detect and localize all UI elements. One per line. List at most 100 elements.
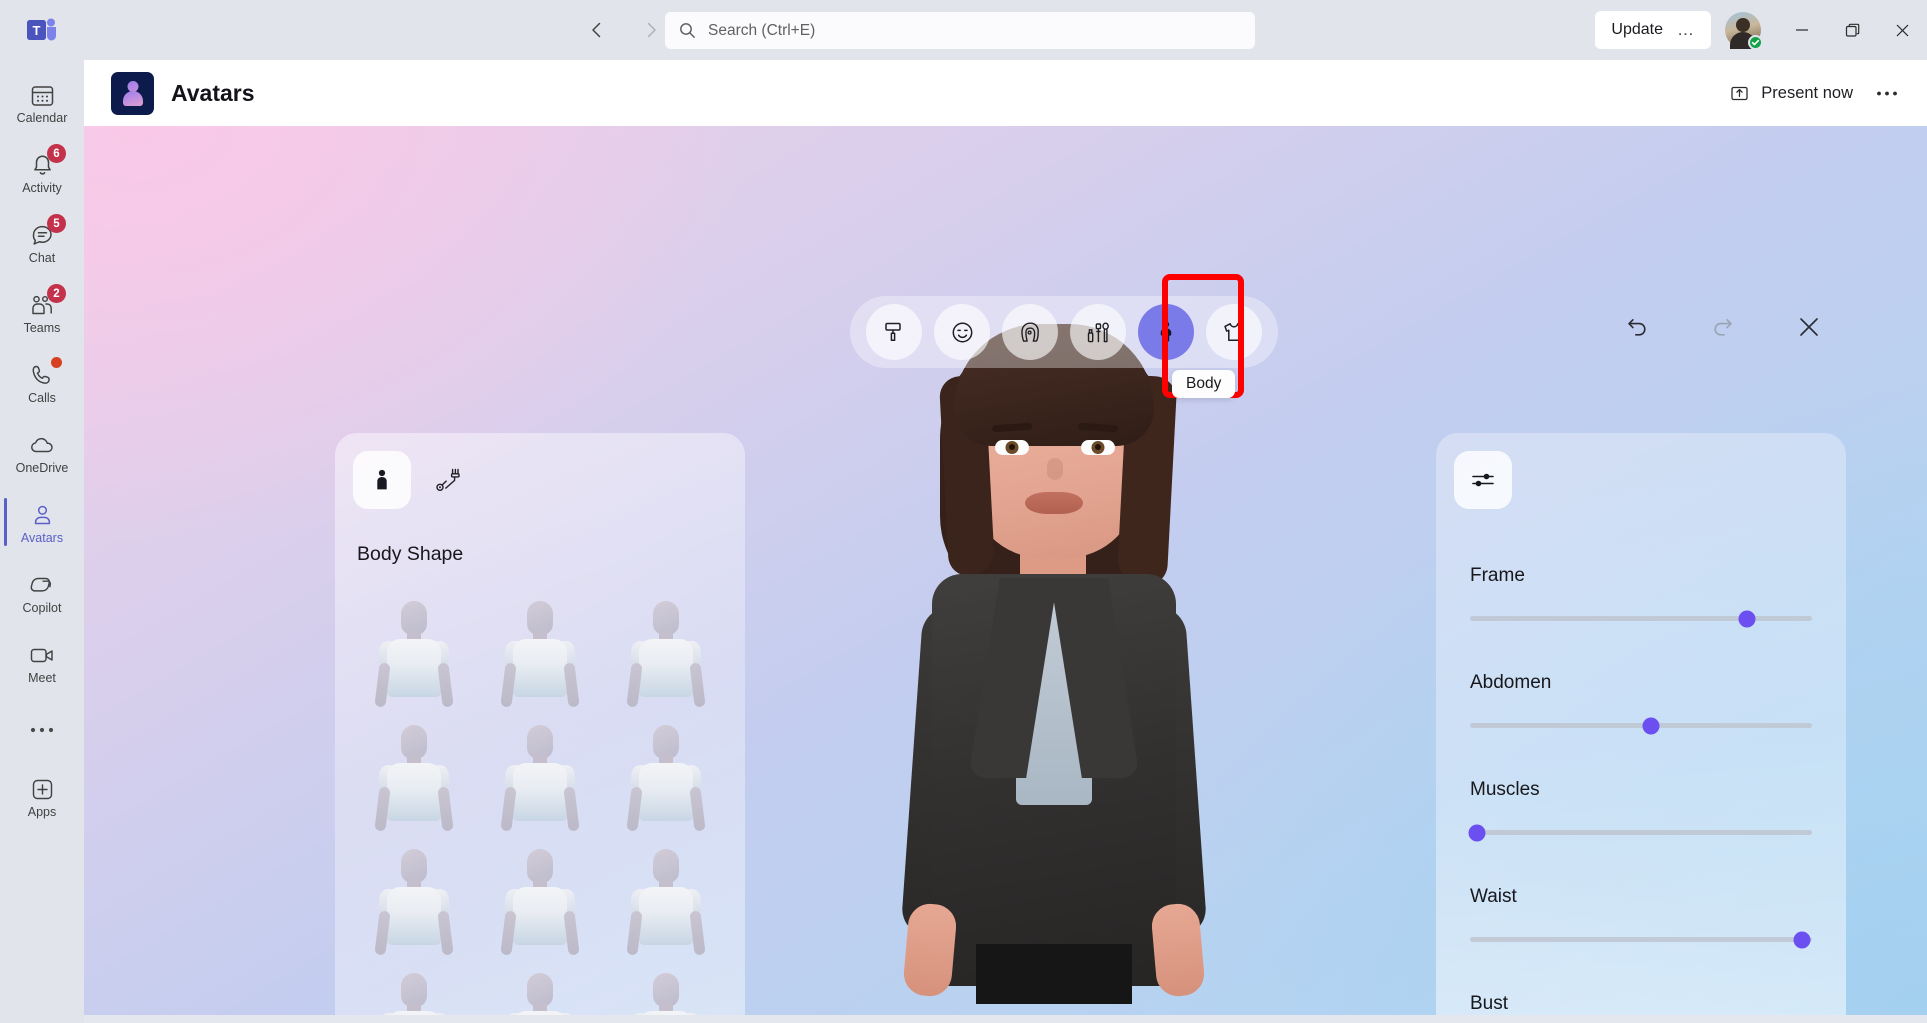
video-camera-icon [27,641,57,669]
sidebar-item-label: Avatars [20,531,64,546]
slider-knob[interactable] [1738,610,1756,627]
avatar-skirt [976,944,1132,1004]
close-editor-icon[interactable] [1791,309,1827,345]
search-placeholder: Search (Ctrl+E) [708,21,816,39]
sidebar-item-copilot[interactable]: Copilot [0,558,84,628]
slider-track[interactable] [1470,717,1812,734]
avatar-eye-right [1081,440,1115,455]
sidebar-item-label: Meet [28,671,56,686]
body-shape-option[interactable] [603,957,729,1015]
body-shape-option[interactable] [351,833,477,957]
slider-list: Frame Abdomen Muscles Waist Bust [1468,565,1812,1015]
category-tab-face[interactable] [934,304,990,360]
sidebar-more-button[interactable] [0,698,84,762]
back-button[interactable] [580,13,614,47]
body-shape-option[interactable] [603,709,729,833]
avatar-pupil-left [1009,444,1015,450]
panel-tab-sliders[interactable] [1454,451,1512,509]
body-shape-option[interactable] [477,585,603,709]
sidebar-item-label: OneDrive [15,461,69,476]
minimize-icon[interactable] [1777,0,1827,60]
body-shape-option[interactable] [351,709,477,833]
slider-track[interactable] [1468,824,1812,841]
sidebar-item-activity[interactable]: 6 Activity [0,138,84,208]
body-shape-option[interactable] [603,585,729,709]
navigation-arrows [580,0,668,60]
category-tab-makeup[interactable] [1070,304,1126,360]
sidebar-item-label: Activity [22,181,62,196]
body-shape-option[interactable] [351,585,477,709]
copilot-icon [27,571,57,599]
search-input[interactable]: Search (Ctrl+E) [665,12,1255,49]
body-shape-panel: Body Shape [335,433,745,1015]
avatar-preview[interactable] [844,306,1264,1006]
chat-icon: 5 [27,214,66,249]
close-icon[interactable] [1877,0,1927,60]
body-shape-option[interactable] [351,957,477,1015]
undo-icon[interactable] [1619,309,1655,345]
ellipsis-icon[interactable]: … [1677,20,1695,40]
sidebar-item-meet[interactable]: Meet [0,628,84,698]
slider-track[interactable] [1470,931,1812,948]
avatar-editor-canvas: Body Body Shape Frame Abdomen Muscles Wa… [84,126,1927,1015]
sidebar-item-label: Apps [27,805,57,820]
body-shape-option[interactable] [477,709,603,833]
avatar-head [1736,18,1750,32]
present-now-label: Present now [1761,83,1853,102]
sidebar-item-teams[interactable]: 2 Teams [0,278,84,348]
body-shape-option[interactable] [603,833,729,957]
update-button[interactable]: Update … [1595,11,1711,49]
panel-tab-prosthetics[interactable] [419,451,477,509]
category-tab-hair[interactable] [1002,304,1058,360]
forward-button[interactable] [634,13,668,47]
mannequin-thumbnail [501,973,579,1015]
slider-muscles: Muscles [1468,779,1812,841]
body-sliders-panel: Frame Abdomen Muscles Waist Bust [1436,433,1846,1015]
slider-knob[interactable] [1642,717,1660,734]
sidebar-item-calls[interactable]: Calls [0,348,84,418]
mannequin-thumbnail [500,725,580,833]
avatar[interactable] [1725,12,1763,50]
category-tab-style[interactable] [866,304,922,360]
mannequin-thumbnail [626,849,706,957]
maximize-icon[interactable] [1827,0,1877,60]
category-tab-clothing[interactable] [1206,304,1262,360]
badge-count: 6 [47,144,66,164]
body-shape-title: Body Shape [357,543,464,565]
avatar-nose [1047,458,1063,480]
sidebar-item-avatars[interactable]: Avatars [0,488,84,558]
svg-text:T: T [33,23,41,38]
cloud-icon [27,431,57,459]
panel-tab-body-shape[interactable] [353,451,411,509]
sidebar-item-label: Teams [23,321,61,336]
present-now-button[interactable]: Present now [1720,77,1863,110]
body-shape-option[interactable] [477,833,603,957]
sidebar-item-apps[interactable]: Apps [0,762,84,832]
slider-knob[interactable] [1468,824,1486,841]
slider-track[interactable] [1470,610,1812,627]
body-shape-grid [351,585,729,1015]
slider-label: Waist [1470,886,1517,907]
page-title: Avatars [171,79,255,106]
mannequin-thumbnail [500,849,580,957]
category-tab-body[interactable] [1138,304,1194,360]
sidebar-item-calendar[interactable]: Calendar [0,68,84,138]
redo-icon[interactable] [1705,309,1741,345]
sidebar-item-chat[interactable]: 5 Chat [0,208,84,278]
share-screen-icon [1730,84,1749,103]
slider-label: Muscles [1470,779,1540,800]
sidebar-item-label: Calendar [16,111,68,126]
body-shape-option[interactable] [477,957,603,1015]
avatar-hand-left [902,902,958,998]
slider-label: Frame [1470,565,1525,586]
phone-icon [27,357,62,389]
avatar-hand-right [1150,902,1206,998]
avatar-eye-left [995,440,1029,455]
header-ellipsis-icon[interactable] [1869,75,1905,111]
mannequin-thumbnail [626,725,706,833]
sidebar-item-label: Calls [28,391,56,406]
slider-knob[interactable] [1793,931,1811,948]
mannequin-thumbnail [374,849,454,957]
mannequin-thumbnail [626,601,706,709]
sidebar-item-onedrive[interactable]: OneDrive [0,418,84,488]
